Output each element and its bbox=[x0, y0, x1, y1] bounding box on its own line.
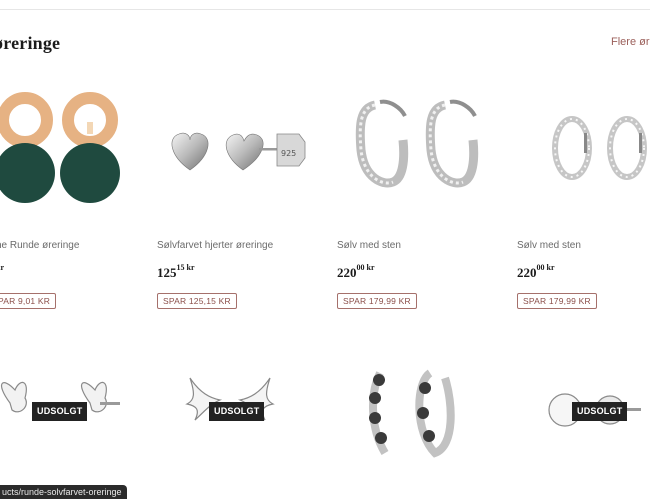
save-badge: SPAR 179,99 KR bbox=[337, 293, 417, 309]
product-image-butterfly-earrings[interactable] bbox=[0, 358, 160, 498]
status-bar-url: ucts/runde-solvfarvet-oreringe bbox=[0, 485, 127, 499]
product-name[interactable]: Sølvfarvet hjerter øreringe bbox=[157, 240, 273, 251]
product-image-heart-earrings[interactable]: 925 bbox=[155, 90, 325, 230]
section-title: øreringe bbox=[0, 33, 61, 53]
product-price: kr bbox=[0, 263, 4, 272]
product-image-swallow-earrings[interactable] bbox=[165, 358, 335, 498]
product-name[interactable]: Sølv med sten bbox=[517, 240, 581, 251]
save-badge: SPAR 125,15 KR bbox=[157, 293, 237, 309]
product-price: 22000 kr bbox=[517, 263, 555, 280]
product-image-hoop-earrings-large[interactable] bbox=[335, 90, 505, 230]
product-name[interactable]: he Runde øreringe bbox=[0, 240, 79, 251]
product-image-flower-hoop-earrings[interactable] bbox=[345, 358, 515, 498]
save-badge: PAR 9,01 KR bbox=[0, 293, 57, 309]
product-price: 22000 kr bbox=[337, 263, 375, 280]
product-image-hoop-earrings-small[interactable] bbox=[515, 90, 650, 230]
sold-out-badge: UDSOLGT bbox=[32, 402, 88, 421]
product-price: 12515 kr bbox=[157, 263, 195, 280]
save-badge: SPAR 179,99 KR bbox=[517, 293, 597, 309]
product-name[interactable]: Sølv med sten bbox=[337, 240, 401, 251]
sold-out-badge: UDSOLGT bbox=[572, 402, 628, 421]
sold-out-badge: UDSOLGT bbox=[209, 402, 265, 421]
product-image-round-earrings[interactable] bbox=[0, 90, 160, 230]
more-earrings-link[interactable]: Flere øreringe bbox=[611, 36, 650, 48]
product-image-disc-stud-earrings[interactable] bbox=[515, 358, 650, 498]
svg-text:925: 925 bbox=[281, 149, 296, 158]
top-divider bbox=[0, 9, 650, 10]
